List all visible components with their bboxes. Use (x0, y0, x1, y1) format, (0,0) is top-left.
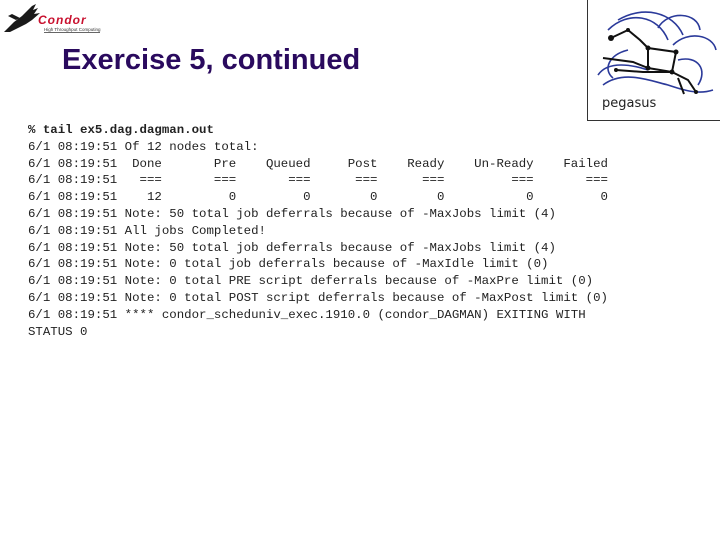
pegasus-logo-text: pegasus (602, 96, 657, 111)
terminal-line: 6/1 08:19:51 Note: 0 total PRE script de… (28, 274, 594, 289)
condor-logo: Condor High Throughput Computing (2, 2, 112, 40)
terminal-line: 6/1 08:19:51 Note: 50 total job deferral… (28, 206, 556, 221)
terminal-command: % tail ex5.dag.dagman.out (28, 123, 214, 137)
terminal-line: 6/1 08:19:51 12 0 0 0 0 0 0 (28, 190, 608, 205)
terminal-line: STATUS 0 (28, 324, 88, 339)
terminal-line: 6/1 08:19:51 === === === === === === === (28, 173, 608, 188)
terminal-line: 6/1 08:19:51 Note: 0 total POST script d… (28, 290, 608, 305)
terminal-line: 6/1 08:19:51 Note: 0 total job deferrals… (28, 257, 549, 272)
pegasus-constellation-icon (597, 11, 717, 95)
condor-bird-icon (4, 4, 40, 32)
terminal-line: 6/1 08:19:51 Note: 50 total job deferral… (28, 240, 556, 255)
condor-logo-text: Condor (38, 13, 87, 27)
terminal-line: 6/1 08:19:51 Done Pre Queued Post Ready … (28, 156, 608, 171)
terminal-output: % tail ex5.dag.dagman.out 6/1 08:19:51 Of… (28, 122, 608, 340)
pegasus-logo: pegasus (587, 0, 720, 121)
terminal-line: 6/1 08:19:51 All jobs Completed! (28, 223, 266, 238)
terminal-line: 6/1 08:19:51 Of 12 nodes total: (28, 139, 259, 154)
slide-title: Exercise 5, continued (62, 44, 361, 76)
terminal-line: 6/1 08:19:51 **** condor_scheduniv_exec.… (28, 307, 586, 322)
condor-logo-tagline: High Throughput Computing (44, 27, 101, 33)
